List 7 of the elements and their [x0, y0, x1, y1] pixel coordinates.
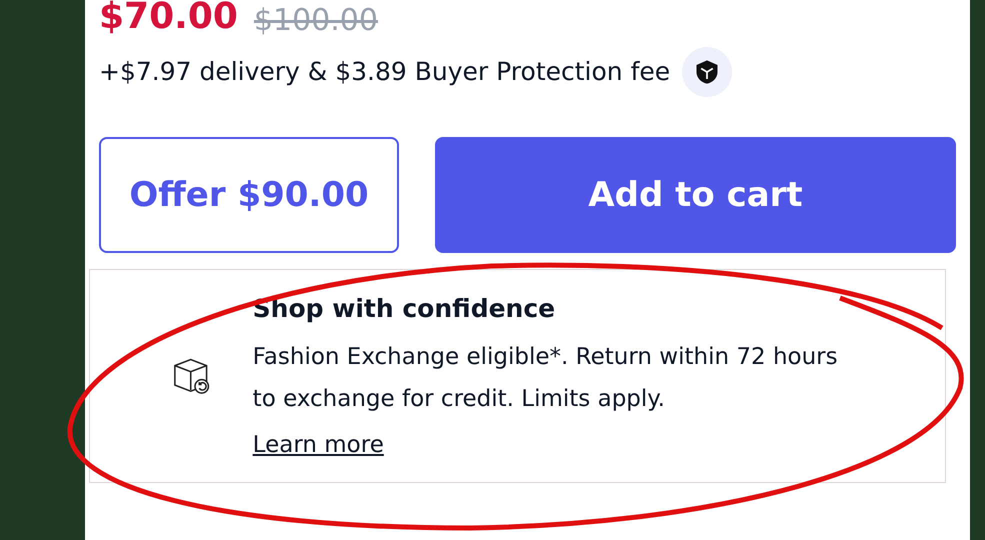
fees-text: +$7.97 delivery & $3.89 Buyer Protection fee: [99, 56, 670, 88]
offer-button[interactable]: Offer $90.00: [99, 137, 399, 253]
sale-price: $70.00: [99, 0, 238, 39]
original-price: $100.00: [254, 2, 378, 39]
confidence-text: Fashion Exchange eligible*. Return within 72 hours to exchange for credit. Limits apply.: [252, 342, 839, 414]
add-to-cart-button[interactable]: Add to cart: [435, 137, 956, 253]
learn-more-link[interactable]: Learn more: [252, 428, 865, 462]
